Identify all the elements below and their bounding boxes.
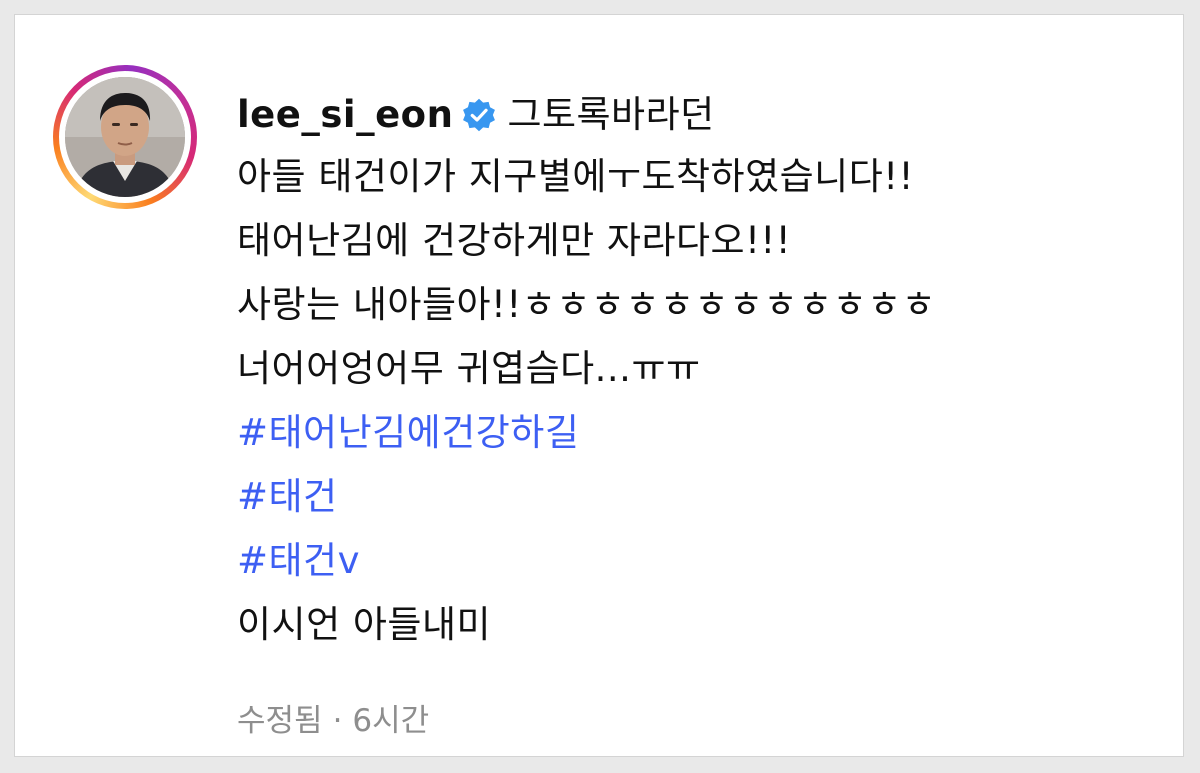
avatar[interactable]: [65, 77, 185, 197]
caption-first-line: lee_si_eon 그토록바라던: [237, 85, 1167, 145]
edited-label: 수정됨: [237, 703, 323, 739]
verified-badge-icon: [463, 98, 496, 132]
post-meta: 수정됨 · 6시간: [237, 695, 429, 740]
caption-line-4: 사랑는 내아들아!!ㅎㅎㅎㅎㅎㅎㅎㅎㅎㅎㅎㅎ: [237, 283, 937, 326]
hashtag-link[interactable]: #태어난김에건강하길: [237, 401, 1167, 465]
timestamp-link[interactable]: 6시간: [352, 703, 429, 739]
hashtag-link[interactable]: #태건v: [237, 529, 1167, 593]
caption-line-3: 태어난김에 건강하게만 자라다오!!!: [237, 219, 792, 262]
hashtag-link[interactable]: #태건: [237, 465, 1167, 529]
caption: lee_si_eon 그토록바라던 아들 태건이가 지구별에ㅜ도착하였습니다!! …: [237, 85, 1167, 657]
caption-line-2: 아들 태건이가 지구별에ㅜ도착하였습니다!!: [237, 155, 914, 198]
caption-closing-line: 이시언 아들내미: [237, 603, 492, 646]
caption-line-5: 너어어엉어무 귀엽슴다...ㅠㅠ: [237, 347, 701, 390]
caption-line-1: 그토록바라던: [507, 93, 715, 136]
username-link[interactable]: lee_si_eon: [237, 93, 453, 136]
comment-card: lee_si_eon 그토록바라던 아들 태건이가 지구별에ㅜ도착하였습니다!! …: [14, 14, 1184, 757]
profile-photo: [65, 77, 185, 197]
meta-separator: ·: [332, 703, 343, 739]
story-ring[interactable]: [53, 65, 197, 209]
